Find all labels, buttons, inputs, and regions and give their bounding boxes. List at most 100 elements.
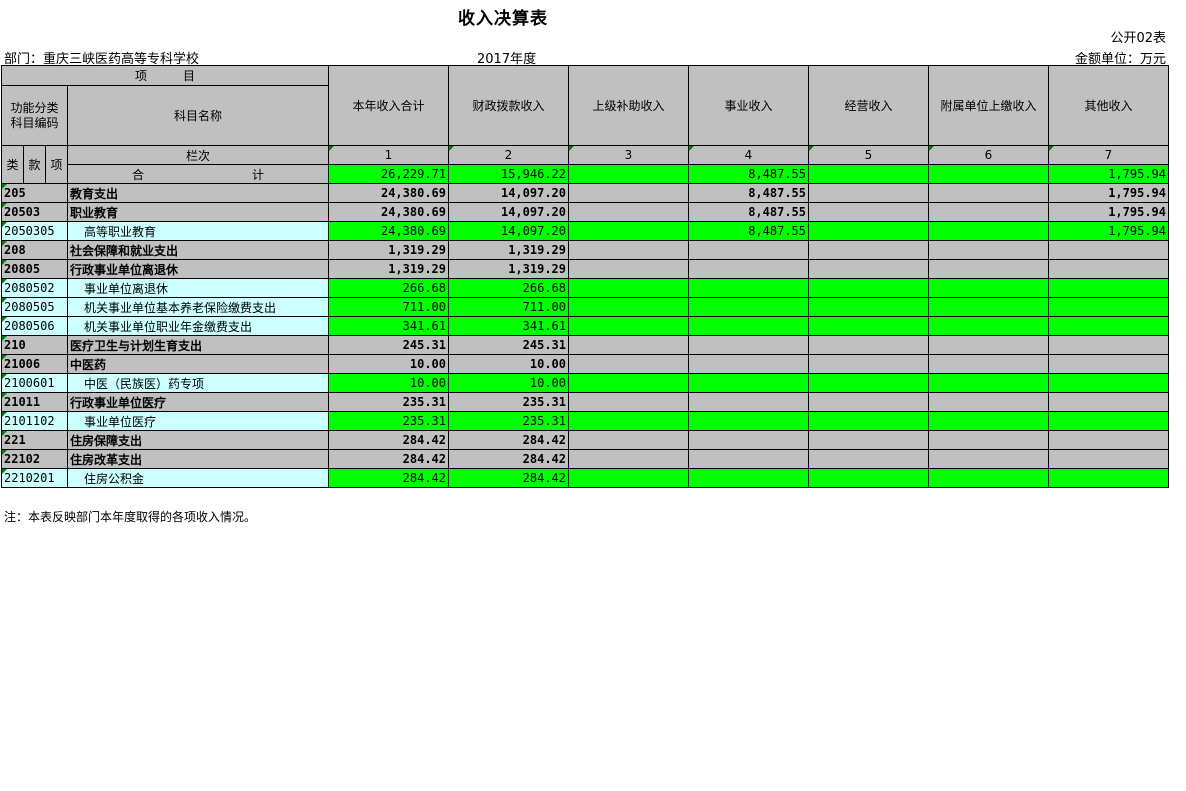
value-cell bbox=[808, 449, 929, 469]
value-cell bbox=[928, 259, 1049, 279]
value-cell bbox=[688, 354, 809, 374]
value-cell bbox=[928, 430, 1049, 450]
value-cell bbox=[1048, 354, 1169, 374]
value-cell: 341.61 bbox=[448, 316, 569, 336]
value-cell: 284.42 bbox=[448, 430, 569, 450]
table-row: 208 社会保障和就业支出 1,319.29 1,319.29 bbox=[1, 240, 1169, 260]
lanci-header: 栏次 bbox=[67, 145, 329, 165]
value-cell bbox=[808, 183, 929, 203]
subject-name: 职业教育 bbox=[67, 202, 329, 222]
value-cell: 266.68 bbox=[448, 278, 569, 298]
subject-code: 2050305 bbox=[1, 221, 68, 241]
value-cell: 1,319.29 bbox=[448, 240, 569, 260]
subject-code: 205 bbox=[1, 183, 68, 203]
value-cell bbox=[928, 335, 1049, 355]
subject-code: 21011 bbox=[1, 392, 68, 412]
column-header: 附属单位上缴收入 bbox=[928, 65, 1049, 146]
value-cell: 14,097.20 bbox=[448, 221, 569, 241]
value-cell bbox=[1048, 373, 1169, 393]
table-row: 2080506 机关事业单位职业年金缴费支出 341.61 341.61 bbox=[1, 316, 1169, 336]
subject-name: 事业单位医疗 bbox=[67, 411, 329, 431]
total-cell bbox=[568, 164, 689, 184]
column-number: 3 bbox=[568, 145, 689, 165]
value-cell bbox=[568, 240, 689, 260]
value-cell bbox=[688, 468, 809, 488]
table-row: 20503 职业教育 24,380.69 14,097.20 8,487.55 1,795… bbox=[1, 202, 1169, 222]
subject-code: 2100601 bbox=[1, 373, 68, 393]
value-cell: 10.00 bbox=[448, 373, 569, 393]
table-row: 2101102 事业单位医疗 235.31 235.31 bbox=[1, 411, 1169, 431]
value-cell bbox=[568, 316, 689, 336]
value-cell bbox=[808, 240, 929, 260]
xiang-header: 项 bbox=[45, 145, 68, 184]
column-header: 经营收入 bbox=[808, 65, 929, 146]
value-cell bbox=[928, 240, 1049, 260]
value-cell bbox=[688, 297, 809, 317]
value-cell bbox=[568, 183, 689, 203]
subject-name: 行政事业单位离退休 bbox=[67, 259, 329, 279]
value-cell: 14,097.20 bbox=[448, 183, 569, 203]
value-cell bbox=[928, 449, 1049, 469]
value-cell: 10.00 bbox=[448, 354, 569, 374]
value-cell bbox=[688, 316, 809, 336]
value-cell: 284.42 bbox=[328, 449, 449, 469]
value-cell: 1,319.29 bbox=[328, 240, 449, 260]
value-cell bbox=[568, 278, 689, 298]
value-cell: 24,380.69 bbox=[328, 183, 449, 203]
subject-name: 社会保障和就业支出 bbox=[67, 240, 329, 260]
value-cell bbox=[808, 411, 929, 431]
value-cell bbox=[808, 468, 929, 488]
value-cell bbox=[928, 373, 1049, 393]
value-cell bbox=[568, 335, 689, 355]
value-cell: 8,487.55 bbox=[688, 202, 809, 222]
value-cell bbox=[688, 373, 809, 393]
subject-code: 210 bbox=[1, 335, 68, 355]
subject-name: 医疗卫生与计划生育支出 bbox=[67, 335, 329, 355]
value-cell bbox=[928, 278, 1049, 298]
column-number: 1 bbox=[328, 145, 449, 165]
value-cell bbox=[1048, 430, 1169, 450]
column-number: 2 bbox=[448, 145, 569, 165]
value-cell bbox=[808, 221, 929, 241]
subject-name: 事业单位离退休 bbox=[67, 278, 329, 298]
table-row: 21011 行政事业单位医疗 235.31 235.31 bbox=[1, 392, 1169, 412]
value-cell bbox=[688, 449, 809, 469]
value-cell: 235.31 bbox=[448, 411, 569, 431]
subject-name: 机关事业单位基本养老保险缴费支出 bbox=[67, 297, 329, 317]
total-cell: 26,229.71 bbox=[328, 164, 449, 184]
table-row: 210 医疗卫生与计划生育支出 245.31 245.31 bbox=[1, 335, 1169, 355]
total-cell: 1,795.94 bbox=[1048, 164, 1169, 184]
subject-code: 21006 bbox=[1, 354, 68, 374]
table-row: 2050305 高等职业教育 24,380.69 14,097.20 8,487.55 1… bbox=[1, 221, 1169, 241]
subject-code: 20503 bbox=[1, 202, 68, 222]
value-cell: 1,795.94 bbox=[1048, 202, 1169, 222]
subject-name: 住房改革支出 bbox=[67, 449, 329, 469]
item-header: 项 目 bbox=[1, 65, 329, 86]
table-row: 221 住房保障支出 284.42 284.42 bbox=[1, 430, 1169, 450]
value-cell bbox=[688, 430, 809, 450]
value-cell: 1,319.29 bbox=[328, 259, 449, 279]
value-cell: 711.00 bbox=[328, 297, 449, 317]
value-cell bbox=[928, 183, 1049, 203]
value-cell bbox=[1048, 240, 1169, 260]
subject-name: 机关事业单位职业年金缴费支出 bbox=[67, 316, 329, 336]
subject-name: 高等职业教育 bbox=[67, 221, 329, 241]
value-cell bbox=[928, 411, 1049, 431]
value-cell bbox=[1048, 392, 1169, 412]
value-cell bbox=[1048, 278, 1169, 298]
income-table: 项 目 本年收入合计 财政拨款收入 上级补助收入 事业收入 经营收入 附属单位上… bbox=[1, 65, 1169, 488]
subject-code: 208 bbox=[1, 240, 68, 260]
value-cell bbox=[1048, 449, 1169, 469]
table-row: 20805 行政事业单位离退休 1,319.29 1,319.29 bbox=[1, 259, 1169, 279]
func-code-header: 功能分类 科目编码 bbox=[1, 85, 68, 146]
value-cell bbox=[808, 373, 929, 393]
subject-name: 教育支出 bbox=[67, 183, 329, 203]
value-cell: 235.31 bbox=[328, 392, 449, 412]
value-cell bbox=[568, 221, 689, 241]
value-cell bbox=[568, 202, 689, 222]
value-cell: 1,319.29 bbox=[448, 259, 569, 279]
column-header: 财政拨款收入 bbox=[448, 65, 569, 146]
subject-name: 中医药 bbox=[67, 354, 329, 374]
value-cell bbox=[1048, 468, 1169, 488]
value-cell: 284.42 bbox=[328, 468, 449, 488]
